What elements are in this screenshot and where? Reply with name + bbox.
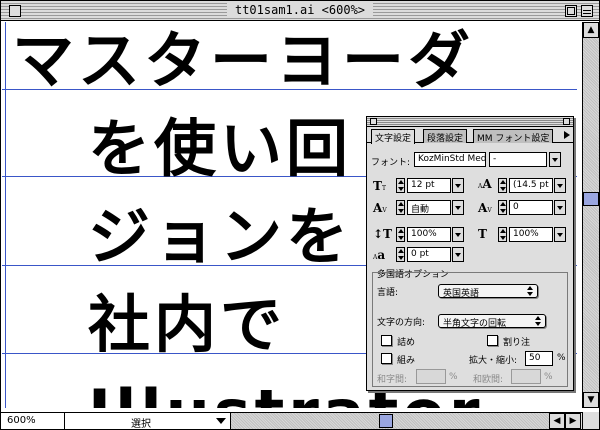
font-style-field[interactable]: -: [489, 152, 547, 167]
warichu-checkbox[interactable]: [487, 335, 498, 346]
window-title: tt01sam1.ai <600%>: [226, 3, 374, 17]
direction-value: 半角文字の回転: [443, 319, 507, 329]
font-size-icon: TT: [373, 179, 386, 193]
direction-label: 文字の方向:: [377, 318, 426, 328]
language-value: 英国英語: [443, 289, 480, 299]
waou-unit: %: [544, 372, 553, 382]
vertical-scale-dropdown[interactable]: [452, 227, 464, 242]
horizontal-scale-stepper[interactable]: [498, 227, 507, 242]
scale-unit: %: [557, 353, 566, 363]
horizontal-scrollbar[interactable]: ◀ ▶: [231, 413, 581, 429]
horizontal-scale-field[interactable]: 100%: [509, 227, 553, 242]
kerning-field[interactable]: 自動: [407, 200, 451, 215]
zoom-level-field[interactable]: 600%: [1, 413, 65, 429]
wamoji-label: 和字間:: [377, 375, 408, 385]
waou-label: 和欧間:: [473, 375, 504, 385]
scroll-up-arrow-icon[interactable]: ▲: [583, 22, 599, 38]
status-tool-popup[interactable]: 選択: [65, 413, 231, 429]
chevron-down-icon: [216, 418, 226, 424]
scroll-down-arrow-icon[interactable]: ▼: [583, 392, 599, 408]
font-size-dropdown[interactable]: [452, 178, 464, 193]
vertical-guide: [5, 22, 6, 408]
wamoji-unit: %: [449, 372, 458, 382]
popup-arrows-icon: [535, 316, 541, 326]
vertical-scroll-thumb[interactable]: [583, 192, 599, 206]
kumi-checkbox[interactable]: [381, 353, 392, 364]
leading-dropdown[interactable]: [554, 178, 566, 193]
baseline-shift-icon: Aa: [373, 248, 386, 262]
tracking-icon: AV: [478, 201, 492, 215]
tracking-stepper[interactable]: [498, 200, 507, 215]
tab-paragraph[interactable]: 段落設定: [423, 129, 468, 144]
bottom-bar: 600% 選択 ◀ ▶: [1, 412, 599, 429]
vertical-scrollbar[interactable]: ▲ ▼: [582, 22, 599, 408]
tab-character[interactable]: 文字設定: [371, 129, 416, 144]
title-bar[interactable]: tt01sam1.ai <600%>: [1, 1, 599, 21]
baseline-shift-field[interactable]: 0 pt: [407, 247, 451, 262]
palette-title-bar[interactable]: [367, 117, 573, 127]
font-size-stepper[interactable]: [396, 178, 405, 193]
font-size-field[interactable]: 12 pt: [407, 178, 451, 193]
wamoji-field: [416, 369, 446, 384]
palette-close-box[interactable]: [370, 118, 377, 125]
tab-mm-font[interactable]: MM フォント設定: [473, 129, 554, 144]
character-palette: 文字設定 段落設定 MM フォント設定 フォント: KozMinStd Med …: [366, 116, 574, 391]
font-label: フォント:: [371, 158, 411, 168]
tracking-field[interactable]: 0: [509, 200, 553, 215]
kerning-stepper[interactable]: [396, 200, 405, 215]
zoom-box[interactable]: [565, 5, 577, 17]
palette-menu-arrow-icon[interactable]: [564, 131, 570, 139]
kumi-label: 組み: [397, 356, 416, 366]
text-line-4[interactable]: 社内で: [88, 294, 286, 356]
horizontal-scale-icon: T: [478, 227, 487, 241]
scroll-right-arrow-icon[interactable]: ▶: [565, 413, 581, 429]
palette-zoom-box[interactable]: [563, 118, 570, 125]
palette-tabs: 文字設定 段落設定 MM フォント設定: [367, 127, 573, 144]
scale-field[interactable]: 50: [525, 351, 553, 366]
vertical-scale-field[interactable]: 100%: [407, 227, 451, 242]
leading-icon: AA: [478, 177, 492, 191]
status-tool-label: 選択: [131, 419, 151, 430]
language-popup[interactable]: 英国英語: [438, 284, 538, 299]
kerning-icon: AV: [373, 201, 387, 215]
horizontal-scroll-thumb[interactable]: [379, 414, 393, 428]
vertical-scale-icon: ↕T: [373, 227, 392, 241]
text-line-2[interactable]: を使い回: [88, 118, 352, 180]
direction-popup[interactable]: 半角文字の回転: [438, 314, 546, 329]
leading-stepper[interactable]: [498, 178, 507, 193]
horizontal-scale-dropdown[interactable]: [554, 227, 566, 242]
tsume-label: 詰め: [397, 338, 416, 348]
vertical-scale-stepper[interactable]: [396, 227, 405, 242]
tracking-dropdown[interactable]: [554, 200, 566, 215]
font-name-field[interactable]: KozMinStd Med: [414, 152, 486, 167]
scale-label: 拡大・縮小:: [469, 356, 518, 366]
waou-field: [511, 369, 541, 384]
resize-grow-box[interactable]: [582, 412, 599, 429]
popup-arrows-icon: [527, 286, 533, 296]
multilang-options-group: 言語: 英国英語 文字の方向: 半角文字の回転 詰め 割り注 組み 拡大・縮小:…: [372, 272, 568, 387]
font-style-dropdown[interactable]: [549, 152, 561, 167]
language-label: 言語:: [377, 288, 399, 298]
tsume-checkbox[interactable]: [381, 335, 392, 346]
leading-field[interactable]: (14.5 pt: [509, 178, 553, 193]
baseline-shift-dropdown[interactable]: [452, 247, 464, 262]
scroll-left-arrow-icon[interactable]: ◀: [549, 413, 565, 429]
kerning-dropdown[interactable]: [452, 200, 464, 215]
baseline-shift-stepper[interactable]: [396, 247, 405, 262]
text-line-3[interactable]: ジョンを: [88, 206, 352, 268]
text-line-1[interactable]: マスターヨーダ: [12, 30, 474, 92]
window-title-wrap: tt01sam1.ai <600%>: [1, 3, 599, 17]
warichu-label: 割り注: [503, 338, 531, 348]
collapse-box[interactable]: [581, 5, 593, 17]
